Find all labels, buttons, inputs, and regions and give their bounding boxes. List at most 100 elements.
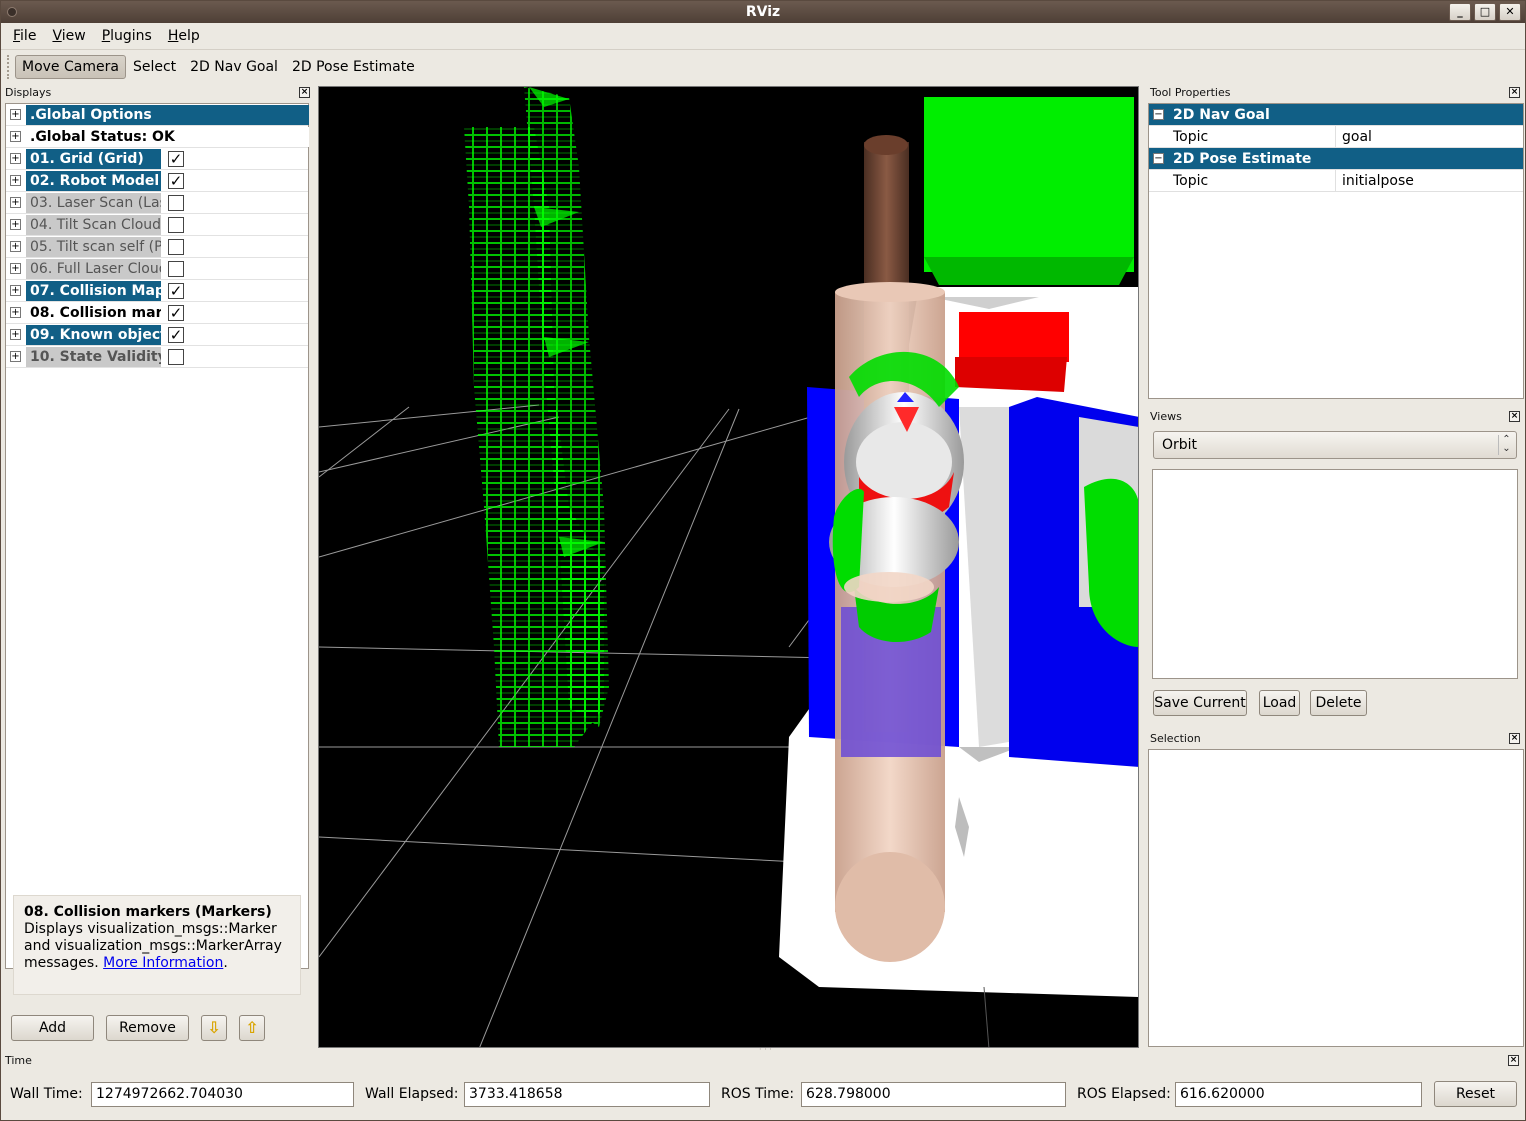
close-icon[interactable]: ×: [1509, 733, 1520, 744]
maximize-icon[interactable]: □: [1474, 3, 1496, 21]
toolbar-grip[interactable]: [7, 54, 11, 79]
display-row[interactable]: + 05. Tilt scan self (Po: [6, 236, 308, 258]
render-viewport[interactable]: [318, 86, 1139, 1048]
property-row[interactable]: Topic goal: [1149, 126, 1523, 148]
display-row[interactable]: + 04. Tilt Scan Cloud: [6, 214, 308, 236]
menu-view[interactable]: View: [44, 23, 93, 49]
more-information-link[interactable]: More Information: [103, 955, 223, 971]
selection-tree[interactable]: [1148, 749, 1524, 1047]
display-enabled-checkbox[interactable]: ✓: [168, 305, 184, 321]
expand-icon[interactable]: +: [10, 109, 21, 120]
display-enabled-checkbox[interactable]: ✓: [168, 283, 184, 299]
display-row[interactable]: + 02. Robot Model ✓: [6, 170, 308, 192]
display-row[interactable]: + .Global Status: OK: [6, 126, 309, 148]
close-icon[interactable]: ×: [1508, 1055, 1519, 1066]
property-row[interactable]: Topic initialpose: [1149, 170, 1523, 192]
scene-render: [319, 87, 1138, 1047]
display-enabled-checkbox[interactable]: [168, 217, 184, 233]
expand-icon[interactable]: +: [10, 197, 21, 208]
saved-views-list[interactable]: [1152, 469, 1518, 679]
menu-bar: File View Plugins Help: [1, 23, 1525, 49]
menu-plugins[interactable]: Plugins: [94, 23, 160, 49]
display-label[interactable]: 03. Laser Scan (Laser: [26, 193, 161, 213]
display-enabled-checkbox[interactable]: ✓: [168, 173, 184, 189]
title-bar: RViz _ □ ✕: [1, 1, 1525, 23]
display-label[interactable]: 08. Collision mar: [26, 303, 161, 323]
property-value[interactable]: goal: [1342, 126, 1372, 148]
expand-icon[interactable]: +: [10, 219, 21, 230]
ros-time-label: ROS Time:: [721, 1086, 795, 1102]
expand-icon[interactable]: +: [10, 307, 21, 318]
property-group[interactable]: − 2D Nav Goal: [1149, 104, 1523, 126]
display-label[interactable]: 05. Tilt scan self (Po: [26, 237, 161, 257]
expand-icon[interactable]: +: [10, 285, 21, 296]
view-type-select[interactable]: Orbit ⌃ ⌄: [1153, 431, 1517, 459]
window-menu-icon[interactable]: [7, 7, 17, 17]
display-enabled-checkbox[interactable]: [168, 349, 184, 365]
remove-display-button[interactable]: Remove: [106, 1015, 189, 1041]
views-panel: Views × Orbit ⌃ ⌄ Save Current Load Delet…: [1146, 409, 1524, 725]
display-row[interactable]: + 01. Grid (Grid) ✓: [6, 148, 308, 170]
add-display-button[interactable]: Add: [11, 1015, 94, 1041]
tool-2d-pose-estimate[interactable]: 2D Pose Estimate: [285, 55, 422, 79]
close-icon[interactable]: ×: [1509, 411, 1520, 422]
description-title: 08. Collision markers (Markers): [24, 904, 272, 920]
reset-button[interactable]: Reset: [1434, 1081, 1517, 1107]
display-label[interactable]: 07. Collision Map: [26, 281, 161, 301]
property-group[interactable]: − 2D Pose Estimate: [1149, 148, 1523, 170]
tool-select[interactable]: Select: [126, 55, 183, 79]
ros-elapsed-field[interactable]: 616.620000: [1175, 1082, 1422, 1107]
close-icon[interactable]: ✕: [1499, 3, 1521, 21]
display-enabled-checkbox[interactable]: ✓: [168, 327, 184, 343]
robot-model: [779, 97, 1138, 1047]
collision-map-markers: [464, 87, 609, 747]
arrow-down-icon[interactable]: ⇩: [201, 1015, 227, 1041]
display-row[interactable]: + 08. Collision mar ✓: [6, 302, 308, 324]
expand-icon[interactable]: +: [10, 263, 21, 274]
display-label[interactable]: 01. Grid (Grid): [26, 149, 161, 169]
display-row[interactable]: + 03. Laser Scan (Laser: [6, 192, 308, 214]
display-label[interactable]: 04. Tilt Scan Cloud: [26, 215, 161, 235]
display-enabled-checkbox[interactable]: [168, 195, 184, 211]
property-value[interactable]: initialpose: [1342, 170, 1414, 192]
expand-icon[interactable]: +: [10, 329, 21, 340]
display-label[interactable]: 09. Known object: [26, 325, 161, 345]
menu-help[interactable]: Help: [160, 23, 208, 49]
save-current-view-button[interactable]: Save Current: [1153, 690, 1247, 716]
close-icon[interactable]: ×: [1509, 87, 1520, 98]
display-row[interactable]: + .Global Options: [6, 104, 309, 126]
expand-icon[interactable]: +: [10, 131, 21, 142]
menu-file[interactable]: File: [5, 23, 44, 49]
ros-time-field[interactable]: 628.798000: [801, 1082, 1066, 1107]
display-label[interactable]: 02. Robot Model: [26, 171, 161, 191]
display-label[interactable]: .Global Options: [26, 105, 309, 125]
wall-elapsed-field[interactable]: 3733.418658: [464, 1082, 710, 1107]
display-label[interactable]: 06. Full Laser Cloud: [26, 259, 161, 279]
wall-time-field[interactable]: 1274972662.704030: [91, 1082, 354, 1107]
display-row[interactable]: + 10. State Validity: [6, 346, 308, 368]
tool-2d-nav-goal[interactable]: 2D Nav Goal: [183, 55, 285, 79]
minimize-icon[interactable]: _: [1449, 3, 1471, 21]
display-enabled-checkbox[interactable]: [168, 239, 184, 255]
display-row[interactable]: + 07. Collision Map ✓: [6, 280, 308, 302]
displays-header: Displays: [5, 86, 52, 99]
display-row[interactable]: + 06. Full Laser Cloud: [6, 258, 308, 280]
expand-icon[interactable]: +: [10, 153, 21, 164]
property-group-name: 2D Pose Estimate: [1173, 151, 1312, 167]
display-label[interactable]: .Global Status: OK: [26, 127, 309, 147]
display-enabled-checkbox[interactable]: ✓: [168, 151, 184, 167]
tool-move-camera[interactable]: Move Camera: [15, 54, 126, 79]
collapse-icon[interactable]: −: [1153, 109, 1164, 120]
expand-icon[interactable]: +: [10, 351, 21, 362]
arrow-up-icon[interactable]: ⇧: [239, 1015, 265, 1041]
display-label[interactable]: 10. State Validity: [26, 347, 161, 367]
collapse-icon[interactable]: −: [1153, 153, 1164, 164]
delete-view-button[interactable]: Delete: [1310, 690, 1367, 716]
displays-panel: Displays × + .Global Options + .Global S…: [1, 85, 314, 1049]
expand-icon[interactable]: +: [10, 175, 21, 186]
close-icon[interactable]: ×: [299, 87, 310, 98]
load-view-button[interactable]: Load: [1259, 690, 1300, 716]
expand-icon[interactable]: +: [10, 241, 21, 252]
display-enabled-checkbox[interactable]: [168, 261, 184, 277]
display-row[interactable]: + 09. Known object ✓: [6, 324, 308, 346]
